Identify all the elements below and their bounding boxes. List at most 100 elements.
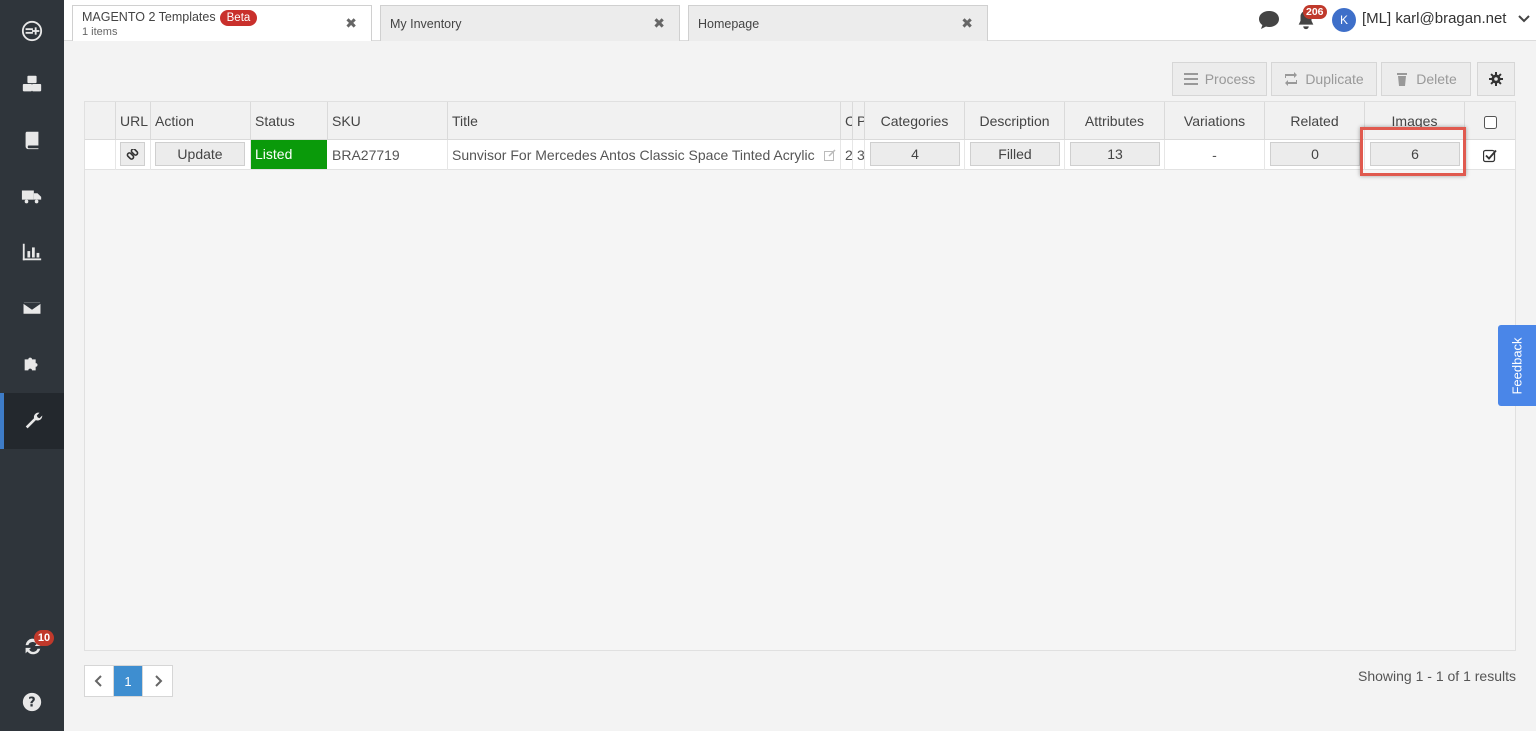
duplicate-button[interactable]: Duplicate xyxy=(1271,62,1377,96)
header-title[interactable]: Title xyxy=(448,102,841,140)
variations-cell: - xyxy=(1165,140,1265,170)
tab-label: MAGENTO 2 Templates xyxy=(82,10,216,24)
process-label: Process xyxy=(1204,71,1256,87)
process-button[interactable]: Process xyxy=(1172,62,1267,96)
header-p[interactable]: P xyxy=(853,102,865,140)
description-button[interactable]: Filled xyxy=(970,142,1060,166)
sidebar-item-messages[interactable] xyxy=(0,280,64,336)
link-button[interactable] xyxy=(120,142,145,166)
prev-page-button[interactable] xyxy=(85,666,114,696)
title-text: Sunvisor For Mercedes Antos Classic Spac… xyxy=(452,147,815,163)
cubes-icon xyxy=(22,75,42,92)
help-icon: ? xyxy=(22,692,42,712)
tab-label: My Inventory xyxy=(390,17,462,31)
tab-homepage[interactable]: Homepage ✖ xyxy=(688,5,988,41)
attributes-button[interactable]: 13 xyxy=(1070,142,1160,166)
header-action[interactable]: Action xyxy=(151,102,251,140)
truck-icon xyxy=(21,190,42,204)
avatar[interactable]: K xyxy=(1332,8,1356,32)
close-icon[interactable]: ✖ xyxy=(345,15,357,32)
beta-badge: Beta xyxy=(219,10,258,26)
envelope-icon xyxy=(22,300,42,316)
sidebar-item-reports[interactable] xyxy=(0,224,64,280)
chat-icon[interactable] xyxy=(1257,9,1281,31)
sidebar-item-sync[interactable] xyxy=(0,618,64,674)
action-cell: Update xyxy=(151,140,251,170)
sidebar-logo[interactable] xyxy=(0,3,64,59)
sidebar-item-tools[interactable] xyxy=(0,393,64,449)
description-cell: Filled xyxy=(965,140,1065,170)
user-menu[interactable]: [ML] karl@bragan.net xyxy=(1362,10,1506,27)
header-url[interactable]: URL xyxy=(116,102,151,140)
trash-icon xyxy=(1397,73,1408,86)
puzzle-icon xyxy=(24,357,38,371)
list-icon xyxy=(1183,73,1198,85)
bar-chart-icon xyxy=(22,243,42,261)
tab-title: MAGENTO 2 Templates Beta xyxy=(82,10,258,26)
page-1-button[interactable]: 1 xyxy=(114,666,143,696)
checked-checkbox-icon[interactable] xyxy=(1482,149,1497,163)
book-icon xyxy=(25,131,39,150)
retweet-icon xyxy=(1285,72,1298,86)
tab-subtitle: 1 items xyxy=(82,26,118,38)
next-page-button[interactable] xyxy=(143,666,172,696)
gear-icon xyxy=(1489,72,1503,86)
results-summary: Showing 1 - 1 of 1 results xyxy=(1358,668,1516,684)
tab-magento-templates[interactable]: MAGENTO 2 Templates Beta 1 items ✖ xyxy=(72,5,372,41)
logo-icon xyxy=(21,20,43,42)
duplicate-label: Duplicate xyxy=(1305,71,1364,87)
delete-label: Delete xyxy=(1416,71,1457,87)
sidebar: 10 ? xyxy=(0,0,64,731)
header-related[interactable]: Related xyxy=(1265,102,1365,140)
link-icon xyxy=(126,147,139,160)
header-spacer xyxy=(85,102,116,140)
close-icon[interactable]: ✖ xyxy=(961,15,973,32)
c-cell: 2 xyxy=(841,140,853,170)
related-cell: 0 xyxy=(1265,140,1365,170)
images-highlight-box xyxy=(1360,127,1466,176)
pagination: 1 xyxy=(84,665,173,697)
sku-cell: BRA27719 xyxy=(328,140,448,170)
header-description[interactable]: Description xyxy=(965,102,1065,140)
close-icon[interactable]: ✖ xyxy=(653,15,665,32)
topbar: MAGENTO 2 Templates Beta 1 items ✖ My Inv… xyxy=(64,0,1536,41)
update-button[interactable]: Update xyxy=(155,142,245,166)
sidebar-item-shipping[interactable] xyxy=(0,168,64,224)
svg-text:?: ? xyxy=(28,696,35,711)
header-select-all[interactable] xyxy=(1465,102,1515,140)
header-variations[interactable]: Variations xyxy=(1165,102,1265,140)
feedback-tab[interactable]: Feedback xyxy=(1498,325,1536,406)
table-header: URL Action Status SKU Title C P Categori… xyxy=(85,102,1515,140)
sidebar-item-plugins[interactable] xyxy=(0,336,64,392)
p-cell: 3 xyxy=(853,140,865,170)
chevron-down-icon[interactable] xyxy=(1518,13,1530,25)
header-c[interactable]: C xyxy=(841,102,853,140)
sidebar-item-catalog[interactable] xyxy=(0,112,64,168)
notification-badge: 206 xyxy=(1303,5,1327,19)
header-sku[interactable]: SKU xyxy=(328,102,448,140)
related-button[interactable]: 0 xyxy=(1270,142,1360,166)
delete-button[interactable]: Delete xyxy=(1381,62,1471,96)
select-cell xyxy=(1465,140,1515,170)
header-attributes[interactable]: Attributes xyxy=(1065,102,1165,140)
row-spacer xyxy=(85,140,116,170)
status-badge: Listed xyxy=(251,140,327,169)
chevron-left-icon xyxy=(94,675,102,687)
categories-button[interactable]: 4 xyxy=(870,142,960,166)
table-row: Update Listed BRA27719 Sunvisor For Merc… xyxy=(85,140,1515,170)
tab-my-inventory[interactable]: My Inventory ✖ xyxy=(380,5,680,41)
edit-icon[interactable] xyxy=(824,149,836,161)
wrench-icon xyxy=(25,412,43,429)
header-status[interactable]: Status xyxy=(251,102,328,140)
settings-button[interactable] xyxy=(1477,62,1515,96)
checkbox-icon[interactable] xyxy=(1483,115,1497,129)
url-cell xyxy=(116,140,151,170)
feedback-label: Feedback xyxy=(1509,336,1525,395)
attributes-cell: 13 xyxy=(1065,140,1165,170)
sync-badge: 10 xyxy=(34,630,54,646)
listing-table: URL Action Status SKU Title C P Categori… xyxy=(84,101,1516,651)
sidebar-item-products[interactable] xyxy=(0,56,64,112)
title-cell: Sunvisor For Mercedes Antos Classic Spac… xyxy=(448,140,841,170)
sidebar-item-help[interactable]: ? xyxy=(0,674,64,730)
header-categories[interactable]: Categories xyxy=(865,102,965,140)
